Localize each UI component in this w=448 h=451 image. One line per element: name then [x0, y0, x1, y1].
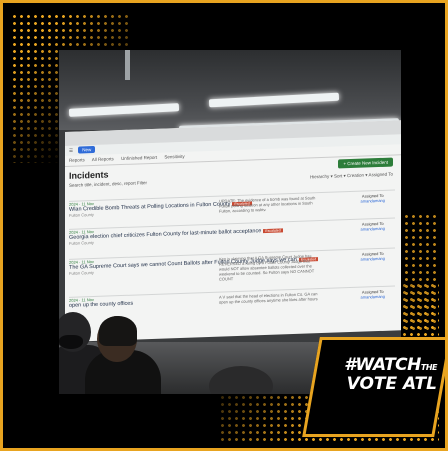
ceiling [59, 50, 401, 130]
row-assigned: Assigned To amandamang [360, 192, 385, 204]
tab: Sensitivity [164, 153, 185, 160]
toolbar-right: Hierarchy ▾ Sort ▾ Creation ▾ Assigned T… [310, 171, 393, 180]
person-hair [99, 316, 137, 346]
row-description: UPDATE: The evidence of a bomb was found… [219, 195, 316, 214]
logo-line1: #WATCH [344, 355, 421, 375]
logo-line1-small: THE [420, 363, 438, 372]
face-mask [59, 335, 83, 349]
toolbar-left: Search title, incident, desc, report Fil… [69, 180, 148, 188]
new-button: New [78, 145, 96, 154]
tab: Unfinished Report [121, 154, 158, 162]
ceiling-pipe [125, 50, 130, 80]
logo-text: #WATCHTHE VOTE ATL [317, 357, 437, 393]
row-description: Ken is claiming that A GA Supreme Court … [219, 253, 315, 282]
row-assigned: Assigned To amandamang [360, 220, 385, 232]
tab: All Reports [91, 156, 114, 163]
status-badge: Escalated [263, 228, 283, 234]
logo-line2: VOTE ATL [346, 374, 437, 394]
projected-screen: ☰ New Reports All Reports Unfinished Rep… [65, 120, 401, 342]
tab: Reports [69, 157, 85, 163]
row-assigned: Assigned To amandamang [360, 250, 385, 262]
row-assigned: Assigned To amandamang [360, 288, 385, 300]
row-description: A V said that the head of elections in F… [219, 291, 318, 305]
promo-frame: ☰ New Reports All Reports Unfinished Rep… [0, 0, 448, 451]
create-incident-button: + Create New Incident [338, 157, 393, 169]
